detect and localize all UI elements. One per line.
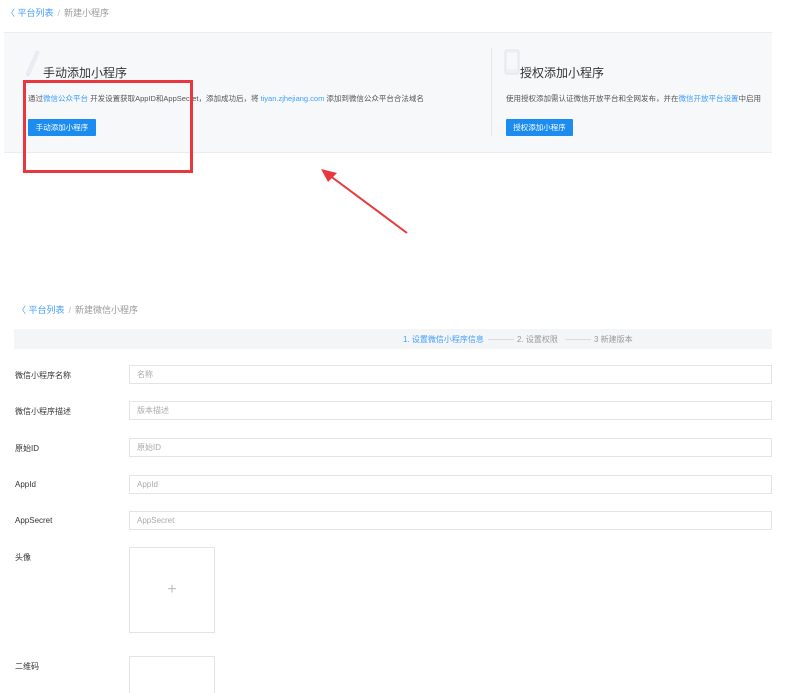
section-divider bbox=[491, 48, 492, 136]
manual-add-title: 手动添加小程序 bbox=[43, 66, 128, 80]
steps-bar: 1. 设置微信小程序信息 2. 设置权限 3 新建版本 bbox=[14, 329, 772, 349]
name-input[interactable] bbox=[129, 365, 772, 384]
auth-desc-suffix: 中启用 bbox=[738, 94, 762, 103]
annotation-arrow-icon bbox=[321, 169, 408, 234]
wechat-open-platform-link[interactable]: 微信开放平台设置 bbox=[679, 94, 739, 103]
auth-add-button[interactable]: 授权添加小程序 bbox=[506, 119, 573, 136]
auth-add-title: 授权添加小程序 bbox=[520, 66, 605, 80]
breadcrumb-separator: / bbox=[68, 305, 72, 315]
origin-id-label: 原始ID bbox=[15, 444, 39, 453]
breadcrumb: 〈 平台列表 / 新建小程序 bbox=[6, 6, 109, 19]
breadcrumb-back-link[interactable]: 〈 平台列表 bbox=[17, 305, 65, 315]
domain-text: tiyan.zjhejiang.com bbox=[260, 94, 325, 103]
description-input[interactable] bbox=[129, 401, 772, 420]
step-connector bbox=[565, 339, 591, 340]
breadcrumb-current: 新建微信小程序 bbox=[75, 305, 139, 315]
pen-icon bbox=[26, 50, 40, 77]
avatar-upload[interactable]: + bbox=[129, 547, 215, 633]
step-connector bbox=[488, 339, 514, 340]
description-label: 微信小程序描述 bbox=[15, 407, 71, 416]
name-label: 微信小程序名称 bbox=[15, 371, 71, 380]
manual-desc-suffix: 添加到微信公众平台合法域名 bbox=[324, 94, 424, 103]
plus-icon: + bbox=[167, 581, 177, 598]
breadcrumb-current: 新建小程序 bbox=[64, 8, 110, 18]
avatar-label: 头像 bbox=[15, 553, 31, 562]
phone-icon bbox=[504, 49, 520, 75]
step-2: 2. 设置权限 bbox=[517, 335, 558, 344]
breadcrumb: 〈 平台列表 / 新建微信小程序 bbox=[17, 303, 138, 316]
annotation-highlight-box bbox=[23, 80, 193, 173]
breadcrumb-back-link[interactable]: 〈 平台列表 bbox=[6, 8, 54, 18]
origin-id-input[interactable] bbox=[129, 438, 772, 457]
appsecret-input[interactable] bbox=[129, 511, 772, 530]
appsecret-label: AppSecret bbox=[15, 516, 53, 525]
auth-add-description: 使用授权添加需认证微信开放平台和全网发布，并在微信开放平台设置中启用 bbox=[506, 93, 761, 104]
qrcode-label: 二维码 bbox=[15, 662, 39, 671]
qrcode-upload[interactable] bbox=[129, 656, 215, 693]
step-3: 3 新建版本 bbox=[594, 335, 633, 344]
appid-input[interactable] bbox=[129, 475, 772, 494]
auth-desc-prefix: 使用授权添加需认证微信开放平台和全网发布，并在 bbox=[506, 94, 679, 103]
step-1: 1. 设置微信小程序信息 bbox=[403, 335, 484, 344]
breadcrumb-separator: / bbox=[57, 8, 61, 18]
appid-label: AppId bbox=[15, 480, 36, 489]
